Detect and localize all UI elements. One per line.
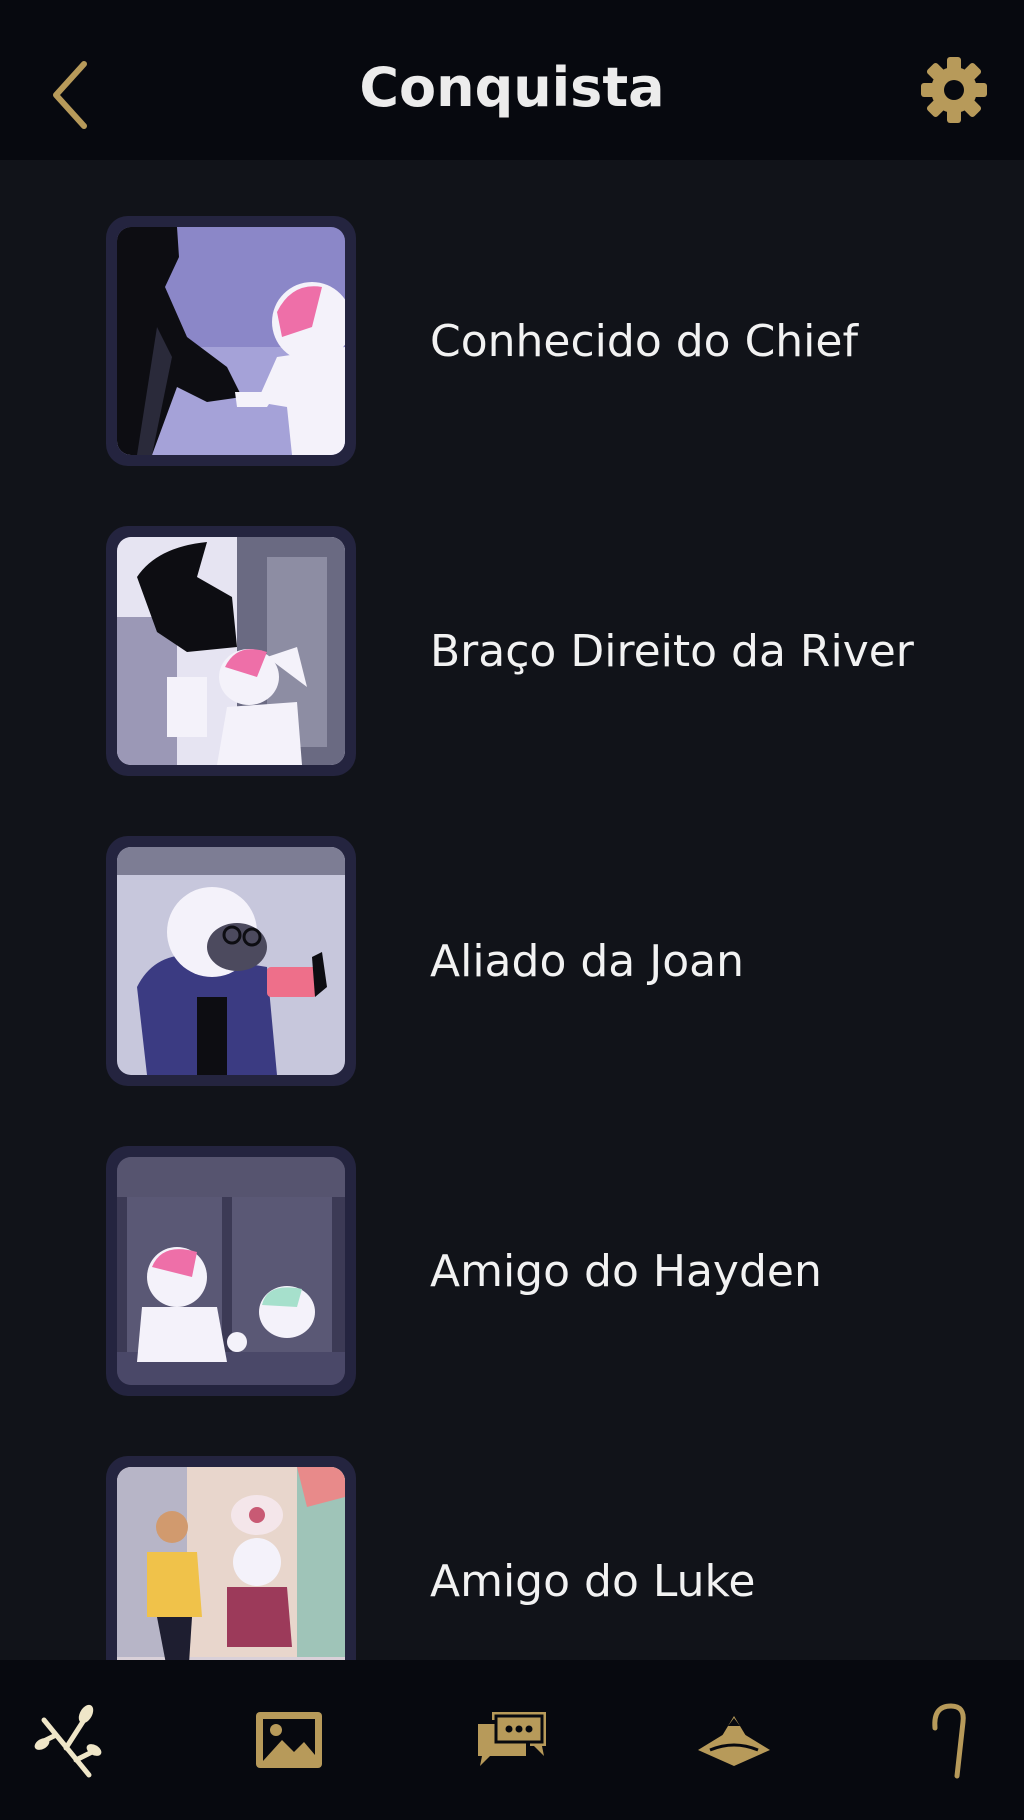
achievement-list[interactable]: Conhecido do Chief Braço Direito da Rive… <box>0 160 1024 1660</box>
bottom-navigation <box>0 1660 1024 1820</box>
chat-icon <box>478 1712 546 1766</box>
nav-chat-button[interactable] <box>462 1690 562 1790</box>
achievement-artwork <box>117 1157 345 1385</box>
settings-button[interactable] <box>916 52 992 128</box>
achievement-title: Conhecido do Chief <box>430 315 858 367</box>
nav-cane-button[interactable] <box>902 1690 1002 1790</box>
achievement-item[interactable]: Braço Direito da River <box>0 526 1024 776</box>
achievement-title: Amigo do Luke <box>430 1555 756 1607</box>
achievement-title: Aliado da Joan <box>430 935 744 987</box>
gallery-icon <box>256 1712 322 1768</box>
achievement-artwork <box>117 1467 345 1660</box>
achievement-artwork <box>117 847 345 1075</box>
nav-hat-button[interactable] <box>684 1690 784 1790</box>
page-title: Conquista <box>359 56 665 119</box>
achievement-artwork <box>117 537 345 765</box>
branch-icon <box>34 1704 102 1778</box>
nav-gallery-button[interactable] <box>239 1690 339 1790</box>
achievement-thumbnail <box>106 1456 356 1660</box>
achievement-title: Amigo do Hayden <box>430 1245 822 1297</box>
achievement-thumbnail <box>106 216 356 466</box>
achievement-item[interactable]: Amigo do Hayden <box>0 1146 1024 1396</box>
achievement-artwork <box>117 227 345 455</box>
achievement-thumbnail <box>106 1146 356 1396</box>
gear-icon <box>921 57 987 123</box>
achievement-item[interactable]: Aliado da Joan <box>0 836 1024 1086</box>
achievement-title: Braço Direito da River <box>430 625 914 677</box>
achievement-thumbnail <box>106 526 356 776</box>
achievement-thumbnail <box>106 836 356 1086</box>
achievement-item[interactable]: Amigo do Luke <box>0 1456 1024 1660</box>
nav-branch-button[interactable] <box>19 1690 119 1790</box>
top-bar: Conquista <box>0 0 1024 160</box>
hat-icon <box>698 1716 770 1766</box>
cane-icon <box>932 1703 966 1779</box>
achievement-item[interactable]: Conhecido do Chief <box>0 216 1024 466</box>
